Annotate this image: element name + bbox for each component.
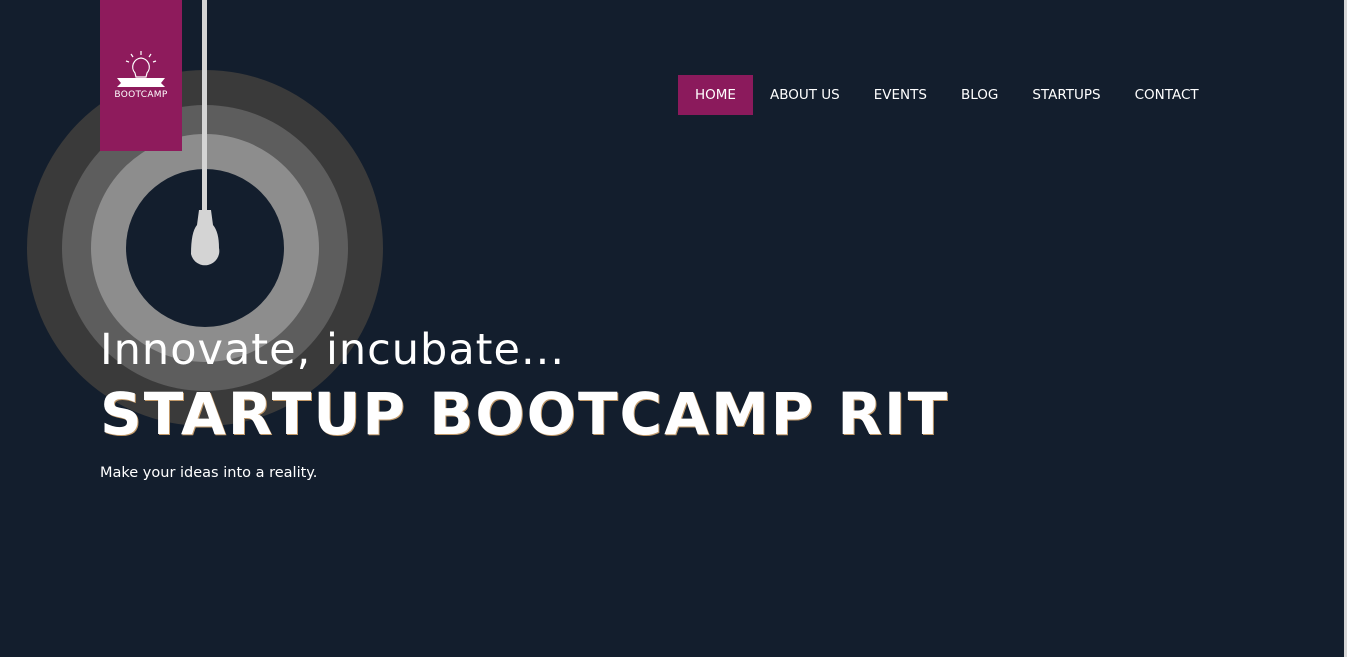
hero-tagline: Make your ideas into a reality. — [100, 465, 318, 481]
nav-home[interactable]: HOME — [678, 75, 753, 115]
page: BOOTCAMP HOME ABOUT US EVENTS BLOG START… — [0, 0, 1347, 657]
site-logo[interactable]: BOOTCAMP — [100, 0, 182, 151]
nav-startups[interactable]: STARTUPS — [1015, 75, 1117, 115]
nav-events[interactable]: EVENTS — [857, 75, 944, 115]
nav-about-us[interactable]: ABOUT US — [753, 75, 857, 115]
nav-contact[interactable]: CONTACT — [1118, 75, 1216, 115]
bulb-cord — [202, 0, 207, 212]
lightbulb-icon — [117, 51, 165, 87]
hero-title: STARTUP BOOTCAMP RIT — [100, 380, 950, 448]
logo-text: BOOTCAMP — [114, 90, 168, 100]
main-nav: HOME ABOUT US EVENTS BLOG STARTUPS CONTA… — [678, 75, 1216, 115]
nav-blog[interactable]: BLOG — [944, 75, 1015, 115]
hero-subtitle: Innovate, incubate... — [100, 325, 566, 375]
